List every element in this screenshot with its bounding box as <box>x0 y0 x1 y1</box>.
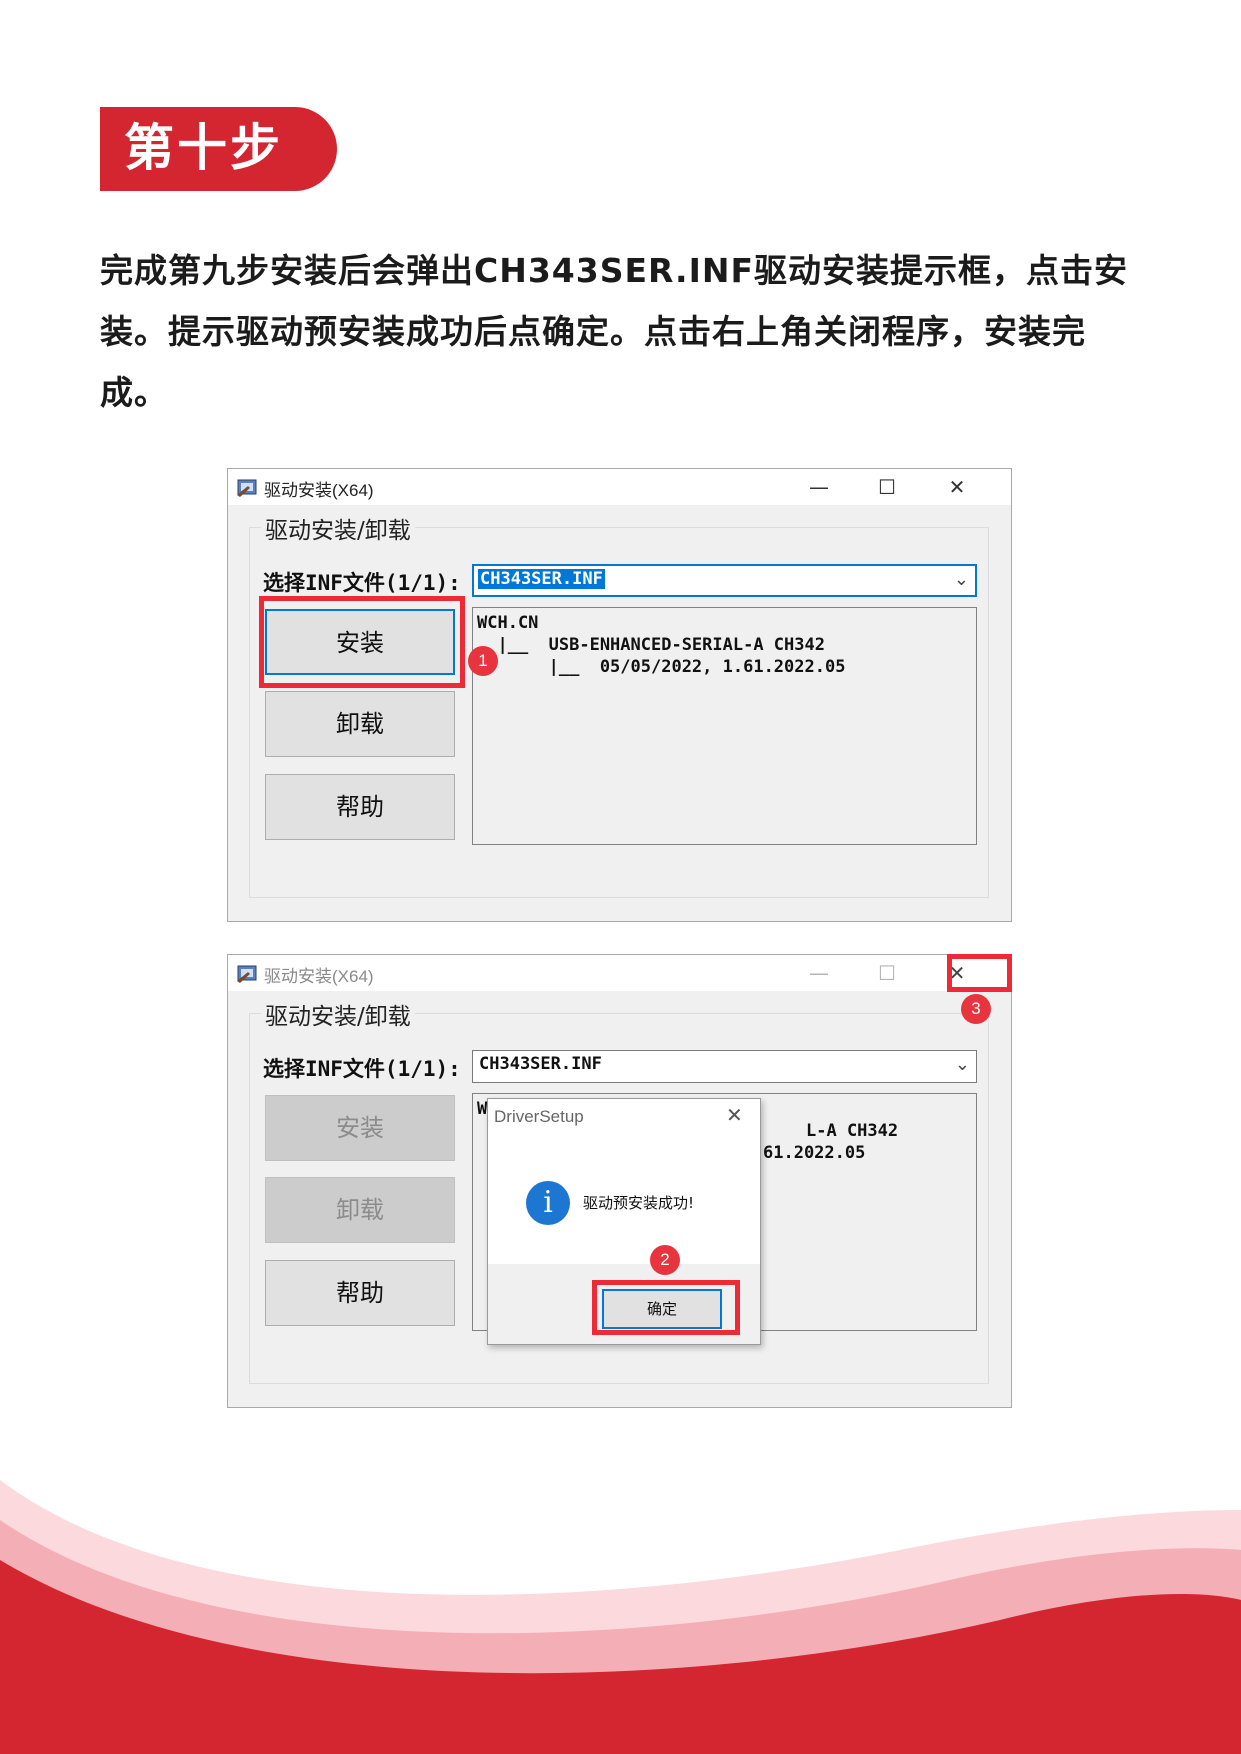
inf-file-value: CH343SER.INF <box>479 1054 602 1074</box>
step-marker-3: 3 <box>961 994 991 1024</box>
decorative-waves <box>0 1480 1241 1754</box>
driver-info-panel: WCH.CN |__ USB-ENHANCED-SERIAL-A CH342 |… <box>472 607 977 845</box>
group-label: 驱动安装/卸载 <box>261 997 415 1031</box>
tree-line: 61.2022.05 <box>763 1143 866 1163</box>
instruction-text: 完成第九步安装后会弹出CH343SER.INF驱动安装提示框，点击安装。提示驱动… <box>100 251 1129 412</box>
dialog-message: 驱动预安装成功! <box>583 1194 695 1212</box>
step-marker-1: 1 <box>468 646 498 676</box>
window-title: 驱动安装(X64) <box>264 481 374 500</box>
highlight-close-box <box>947 954 1012 992</box>
minimize-button[interactable]: — <box>788 469 850 505</box>
title-bar: 驱动安装(X64) — ☐ ✕ <box>228 469 1011 505</box>
tree-line: L-A CH342 <box>806 1121 899 1141</box>
inf-file-value: CH343SER.INF <box>478 569 605 589</box>
info-icon: i <box>526 1181 570 1225</box>
inf-select-label: 选择INF文件(1/1): <box>263 571 461 595</box>
dialog-close-icon[interactable]: ✕ <box>726 1103 743 1127</box>
tree-line: |__ USB-ENHANCED-SERIAL-A CH342 <box>477 635 825 655</box>
help-button[interactable]: 帮助 <box>265 1260 455 1326</box>
title-bar: 驱动安装(X64) — ☐ ✕ <box>228 955 1011 991</box>
highlight-install-box <box>259 596 465 688</box>
inf-select-label: 选择INF文件(1/1): <box>263 1057 461 1081</box>
inf-file-select[interactable]: CH343SER.INF ⌄ <box>472 1050 977 1083</box>
app-icon <box>237 479 257 497</box>
install-button[interactable]: 安装 <box>265 1095 455 1161</box>
uninstall-button[interactable]: 卸载 <box>265 691 455 757</box>
dialog-title: DriverSetup <box>494 1107 584 1126</box>
maximize-button[interactable]: ☐ <box>856 469 918 505</box>
app-icon <box>237 965 257 983</box>
step-title: 第十步 <box>124 119 283 177</box>
chevron-down-icon[interactable]: ⌄ <box>954 569 969 590</box>
group-label: 驱动安装/卸载 <box>261 511 415 545</box>
highlight-ok-box <box>592 1280 740 1335</box>
help-button[interactable]: 帮助 <box>265 774 455 840</box>
inf-file-select[interactable]: CH343SER.INF ⌄ <box>472 564 977 597</box>
uninstall-button[interactable]: 卸载 <box>265 1177 455 1243</box>
maximize-button[interactable]: ☐ <box>856 955 918 991</box>
window-title: 驱动安装(X64) <box>264 967 374 986</box>
minimize-button[interactable]: — <box>788 955 850 991</box>
close-button[interactable]: ✕ <box>926 469 988 505</box>
tree-line: W <box>477 1099 488 1119</box>
tree-line: WCH.CN <box>477 613 539 633</box>
tree-line: |__ 05/05/2022, 1.61.2022.05 <box>477 657 846 677</box>
step-marker-2: 2 <box>650 1245 680 1275</box>
chevron-down-icon[interactable]: ⌄ <box>955 1054 970 1075</box>
driver-install-window-1: 驱动安装(X64) — ☐ ✕ 驱动安装/卸载 选择INF文件(1/1): CH… <box>227 468 1012 922</box>
